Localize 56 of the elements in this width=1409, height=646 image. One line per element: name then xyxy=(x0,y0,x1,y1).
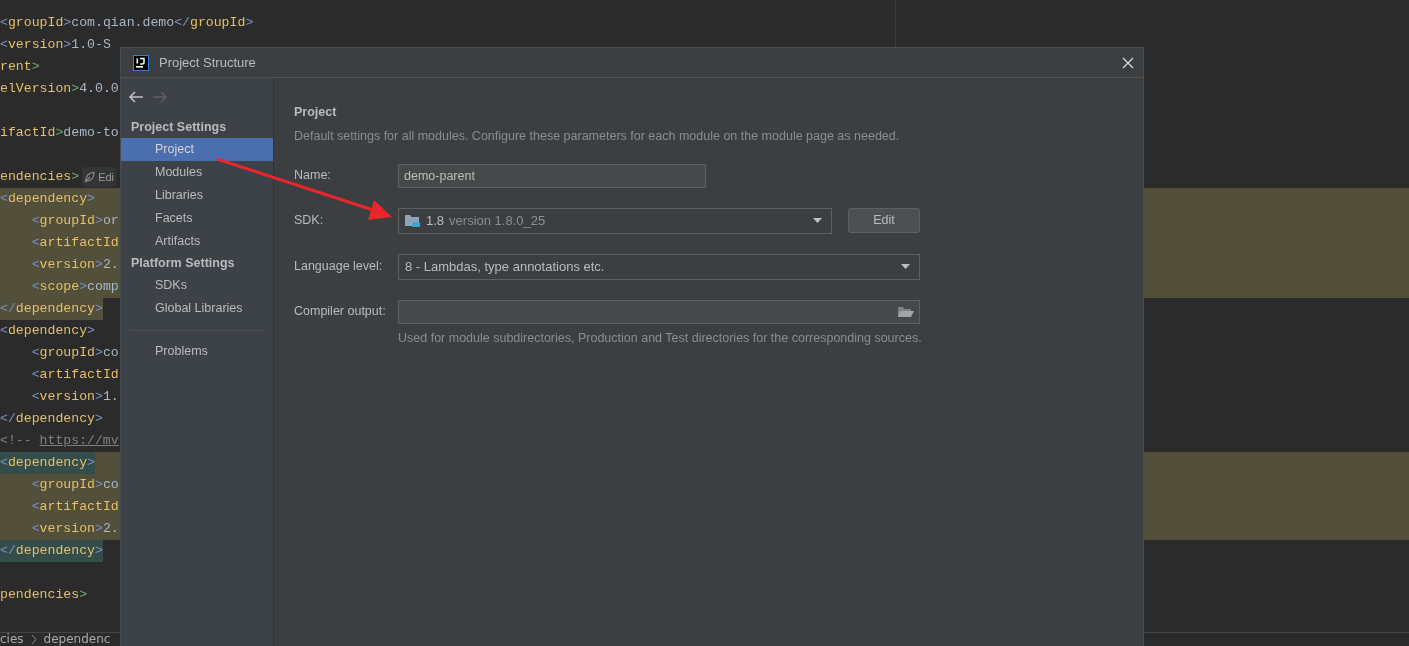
sidebar-item[interactable]: Problems xyxy=(121,340,273,363)
breadcrumb-item[interactable]: cies xyxy=(0,633,24,646)
breadcrumb-item[interactable]: dependenc xyxy=(43,633,111,646)
code-line: <groupId>co xyxy=(30,476,119,494)
back-arrow-icon[interactable] xyxy=(128,90,144,104)
edit-button[interactable]: Edit xyxy=(848,208,920,233)
code-line: pendencies> xyxy=(0,586,88,604)
code-line: <artifactId xyxy=(30,498,119,516)
code-line: elVersion>4.0.0 xyxy=(0,80,119,98)
field-hint: Used for module subdirectories, Production and Test directories for the corresponding sources. xyxy=(398,329,923,347)
sidebar-item[interactable]: Global Libraries xyxy=(121,297,273,320)
code-line: <artifactId xyxy=(30,234,119,252)
field-label: Language level: xyxy=(294,259,384,274)
sidebar-item[interactable]: Modules xyxy=(121,161,273,184)
sdk-dropdown[interactable]: 1.8 version 1.8.0_25 xyxy=(398,207,832,234)
code-line: <scope>comp xyxy=(30,278,119,296)
language-level-dropdown[interactable]: 8 - Lambdas, type annotations etc. xyxy=(398,253,920,280)
panel-heading: Project xyxy=(294,104,338,121)
caret-icon xyxy=(813,218,822,223)
panel-description: Default settings for all modules. Configure these parameters for each module on the module page as needed. xyxy=(294,127,901,145)
field-label: Compiler output: xyxy=(294,304,387,319)
section-heading: Project Settings xyxy=(130,119,228,136)
leaf-icon xyxy=(84,171,97,183)
code-line: endencies> xyxy=(0,168,80,186)
code-line: <version>2. xyxy=(30,520,119,538)
sidebar-item[interactable]: Facets xyxy=(121,207,273,230)
inlay-hint[interactable]: Edi xyxy=(82,167,117,187)
code-line: <artifactId xyxy=(30,366,119,384)
code-line: <version>1. xyxy=(30,388,119,406)
section-heading: Platform Settings xyxy=(130,255,236,272)
code-line: <dependency> xyxy=(0,322,95,340)
caret-icon xyxy=(901,264,910,269)
chevron-icon xyxy=(29,633,38,645)
folder-icon xyxy=(405,213,421,228)
sidebar-item[interactable]: Project xyxy=(121,138,273,161)
folder-open-icon[interactable] xyxy=(898,305,914,318)
code-line: rent> xyxy=(0,58,40,76)
code-line: </dependency> xyxy=(0,410,103,428)
code-line: <version>1.0-S xyxy=(0,36,111,54)
code-line: <groupId>co xyxy=(30,344,119,362)
app-logo-icon xyxy=(133,54,149,71)
name-field[interactable]: demo-parent xyxy=(398,163,706,188)
compiler-output-field[interactable] xyxy=(398,299,920,324)
code-line: <groupId>or xyxy=(30,212,119,230)
code-line: <version>2. xyxy=(30,256,119,274)
field-label: Name: xyxy=(294,168,332,183)
code-line: <dependency> xyxy=(0,190,95,208)
sidebar-item[interactable]: Artifacts xyxy=(121,230,273,253)
code-line: <groupId>com.qian.demo</groupId> xyxy=(0,14,254,32)
sidebar-item[interactable]: SDKs xyxy=(121,274,273,297)
close-icon[interactable] xyxy=(1122,56,1134,69)
code-line: ifactId>demo-to xyxy=(0,124,119,142)
code-line: <!-- https://mv xyxy=(0,432,119,450)
window-title: Project Structure xyxy=(159,53,256,72)
field-label: SDK: xyxy=(294,213,325,228)
sidebar-item[interactable]: Libraries xyxy=(121,184,273,207)
